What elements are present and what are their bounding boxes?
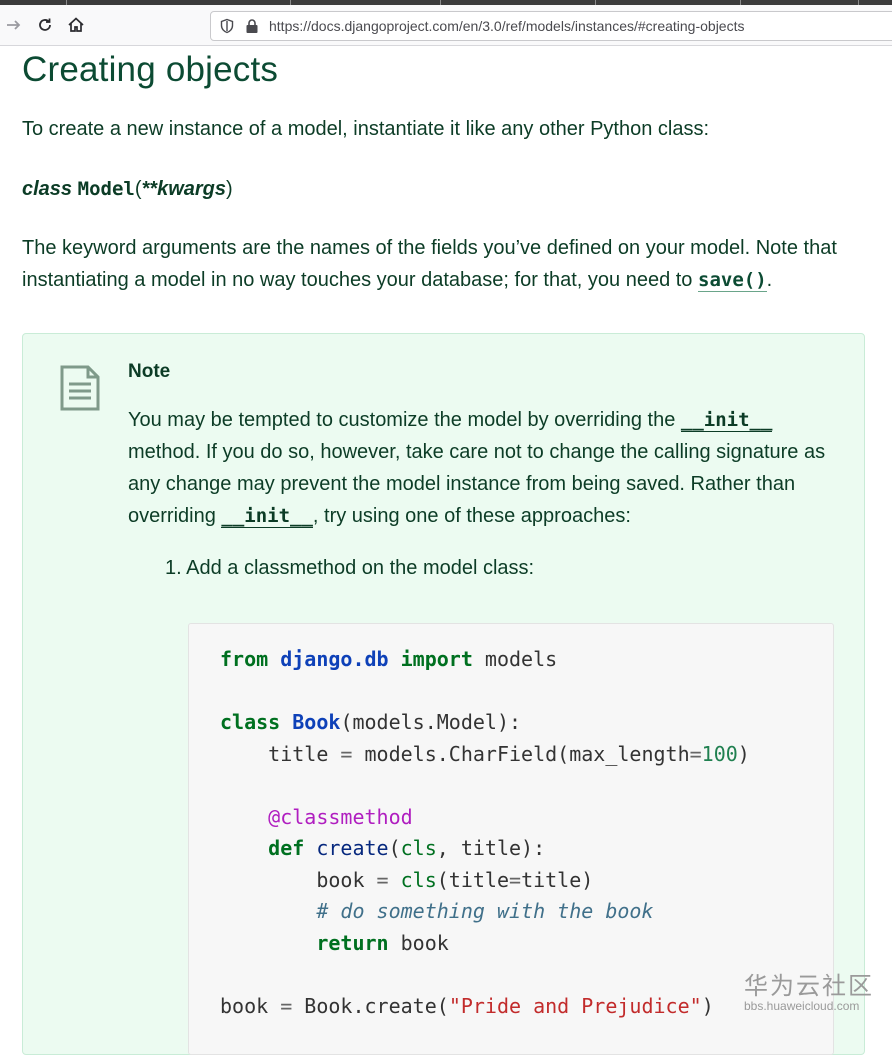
tracking-shield-icon[interactable] xyxy=(219,18,235,39)
reload-icon xyxy=(39,18,51,31)
lock-icon[interactable] xyxy=(245,18,259,39)
site-watermark: 华为云社区 bbs.huaweicloud.com xyxy=(744,966,874,1013)
note-text-part: You may be tempted to customize the mode… xyxy=(128,409,681,431)
class-signature: class Model(**kwargs) xyxy=(22,178,233,201)
keyword-args-paragraph: The keyword arguments are the names of t… xyxy=(22,232,872,296)
code-listing: from django.db import models class Book(… xyxy=(220,647,750,1018)
url-text[interactable]: https://docs.djangoproject.com/en/3.0/re… xyxy=(269,18,744,34)
document-icon xyxy=(59,364,101,417)
signature-keyword: class xyxy=(22,178,73,200)
page-title: Creating objects xyxy=(22,50,279,89)
list-item: 1. Add a classmethod on the model class: xyxy=(165,557,535,579)
code-block: from django.db import models class Book(… xyxy=(188,623,834,1055)
note-text: You may be tempted to customize the mode… xyxy=(128,404,838,532)
reload-button[interactable] xyxy=(33,13,57,37)
home-icon xyxy=(68,17,84,32)
browser-toolbar: https://docs.djangoproject.com/en/3.0/re… xyxy=(0,5,892,46)
init-code: __init__ xyxy=(680,409,773,432)
signature-name: Model xyxy=(77,178,135,200)
save-method-link[interactable]: save() xyxy=(698,269,767,292)
forward-button[interactable] xyxy=(2,13,26,37)
note-admonition: Note You may be tempted to customize the… xyxy=(22,333,865,1055)
watermark-site: bbs.huaweicloud.com xyxy=(744,999,860,1013)
note-text-part: , try using one of these approaches: xyxy=(312,505,631,527)
home-button[interactable] xyxy=(64,13,88,37)
address-bar[interactable]: https://docs.djangoproject.com/en/3.0/re… xyxy=(210,11,892,41)
signature-args: **kwargs xyxy=(141,178,227,200)
signature-open-paren: ( xyxy=(134,178,142,200)
note-title: Note xyxy=(128,361,171,382)
forward-arrow-icon xyxy=(7,20,21,30)
intro-paragraph: To create a new instance of a model, ins… xyxy=(22,118,710,140)
init-code: __init__ xyxy=(221,505,313,528)
signature-close-paren: ) xyxy=(226,178,233,200)
watermark-brand: 华为云社区 xyxy=(744,972,874,1000)
paragraph-end: . xyxy=(766,269,773,291)
